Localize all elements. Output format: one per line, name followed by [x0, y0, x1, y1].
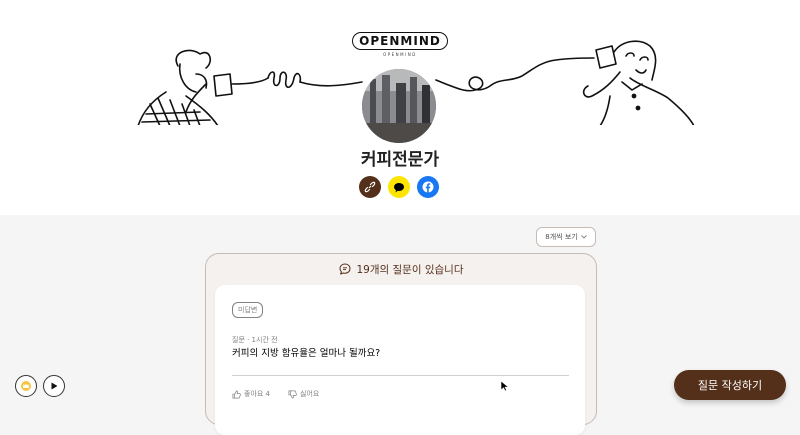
thumbs-up-icon [232, 390, 241, 398]
card-divider [232, 375, 569, 376]
share-kakao-button[interactable] [388, 176, 410, 198]
unanswered-badge: 미답변 [232, 302, 264, 318]
avatar-photo [362, 69, 436, 143]
view-count-dropdown[interactable]: 8개씩 보기 [536, 227, 596, 247]
logo-wordmark: OPENMIND [352, 32, 448, 50]
like-label: 좋아요 4 [244, 390, 270, 398]
feed-header: 19개의 질문이 있습니다 [206, 260, 596, 278]
question-meta: 질문 · 1시간 전 [232, 336, 278, 344]
facebook-icon [422, 181, 434, 193]
question-count-text: 19개의 질문이 있습니다 [356, 263, 464, 276]
kakao-icon [394, 182, 404, 192]
profile-avatar [362, 69, 436, 143]
play-icon [51, 382, 58, 390]
write-question-label: 질문 작성하기 [697, 379, 763, 392]
view-count-label: 8개씩 보기 [545, 233, 578, 241]
question-card[interactable]: 미답변 질문 · 1시간 전 커피의 지방 함유율은 얼마나 될까요? 좋아요 … [215, 285, 585, 435]
thumbs-down-icon [288, 390, 297, 398]
question-text: 커피의 지방 함유율은 얼마나 될까요? [232, 348, 381, 359]
dislike-button[interactable]: 싫어요 [288, 389, 319, 399]
openmind-logo[interactable]: OPENMIND OPENMIND [352, 32, 448, 57]
write-question-button[interactable]: 질문 작성하기 [674, 370, 786, 400]
dislike-label: 싫어요 [300, 390, 320, 398]
message-icon [339, 263, 350, 275]
crown-button[interactable] [15, 375, 37, 397]
question-feed: 19개의 질문이 있습니다 미답변 질문 · 1시간 전 커피의 지방 함유율은… [205, 253, 597, 435]
share-link-button[interactable] [359, 176, 381, 198]
logo-subtitle: OPENMIND [383, 52, 417, 57]
link-icon [364, 181, 376, 193]
mouse-cursor-icon [500, 380, 509, 392]
chevron-down-icon [580, 235, 587, 239]
share-facebook-button[interactable] [417, 176, 439, 198]
play-button[interactable] [43, 375, 65, 397]
like-button[interactable]: 좋아요 4 [232, 389, 270, 399]
profile-name: 커피전문가 [360, 150, 440, 170]
crown-icon [21, 381, 31, 391]
